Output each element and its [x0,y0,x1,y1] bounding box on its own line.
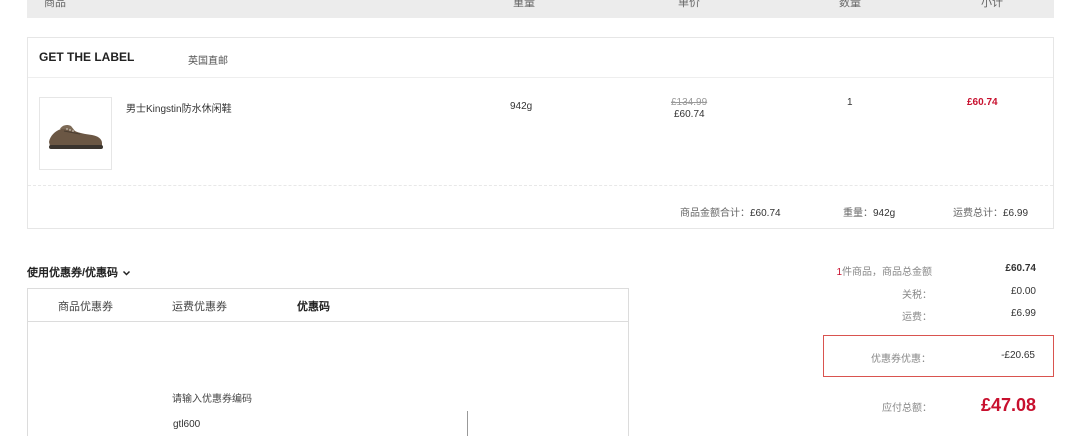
cart-table-header: 商品 重量 单价 数量 小计 [27,0,1054,18]
tab-promo-code[interactable]: 优惠码 [297,298,330,314]
total-amount: £47.08 [980,395,1036,415]
item-subtotal: £60.74 [967,97,998,108]
footer-weight-value: 942g [873,208,896,219]
original-price: £134.99 [671,97,708,108]
coupon-tabs: 商品优惠券 运费优惠券 优惠码 [28,289,628,322]
coupon-toggle[interactable]: 使用优惠券/优惠码 [27,264,131,280]
summary-tax-row: 关税： £0.00 [820,286,1054,306]
shipping-total-label: 运费总计： [953,208,1003,219]
coupon-panel: 商品优惠券 运费优惠券 优惠码 请输入优惠券编码 [27,288,629,436]
footer-weight-label: 重量： [843,208,873,219]
header-unit-price: 单价 [678,0,700,9]
shipping-total: 运费总计：£6.99 [953,204,1028,219]
product-thumbnail[interactable] [39,97,112,170]
shipping-method: 英国直邮 [188,56,228,67]
header-weight: 重量 [513,0,535,9]
shipping-total-value: £6.99 [1003,208,1029,219]
total-label: 应付总额： [882,403,932,414]
cart-item-row: 男士Kingstin防水休闲鞋 942g £134.99 £60.74 1 £6… [28,78,1053,186]
shoe-thumbnail-icon [49,125,103,149]
product-quantity: 1 [847,97,853,108]
summary-tax-label: 关税： [902,290,932,301]
summary-goods-label: 1件商品，商品总金额 [836,263,932,278]
discount-value: -£20.65 [1001,350,1035,361]
discount-label: 优惠券优惠： [871,354,931,365]
tab-shipping-coupon[interactable]: 运费优惠券 [172,298,227,314]
goods-label-text: 件商品，商品总金额 [842,267,932,278]
coupon-title: 使用优惠券/优惠码 [27,267,119,279]
footer-weight: 重量：942g [843,204,895,219]
product-weight: 942g [510,101,533,112]
store-order-box: GET THE LABEL 英国直邮 男士Kingstin防水休闲鞋 942g … [27,37,1054,229]
coupon-discount-box: 优惠券优惠： -£20.65 [823,335,1054,377]
summary-shipping-label: 运费： [902,312,932,323]
goods-total-label: 商品金额合计： [680,208,750,219]
summary-goods-row: 1件商品，商品总金额 £60.74 [820,263,1054,283]
header-quantity: 数量 [839,0,861,9]
promo-code-label: 请输入优惠券编码 [172,394,252,405]
summary-shipping-value: £6.99 [1010,308,1036,319]
current-price: £60.74 [674,109,705,120]
product-name-link[interactable]: 男士Kingstin防水休闲鞋 [126,100,232,115]
summary-goods-value: £60.74 [1005,263,1036,274]
goods-total-value: £60.74 [750,208,781,219]
summary-tax-value: £0.00 [1010,286,1036,297]
chevron-down-icon [123,270,131,276]
tab-product-coupon[interactable]: 商品优惠券 [58,298,113,314]
header-subtotal: 小计 [981,0,1003,9]
summary-shipping-row: 运费： £6.99 [820,308,1054,328]
store-footer: 商品金额合计：£60.74 重量：942g 运费总计：£6.99 [28,186,1053,229]
store-header: GET THE LABEL 英国直邮 [28,38,1053,78]
header-product: 商品 [44,0,66,9]
store-name: GET THE LABEL [39,50,135,64]
goods-total: 商品金额合计：£60.74 [680,204,781,219]
promo-code-input[interactable] [171,411,468,436]
